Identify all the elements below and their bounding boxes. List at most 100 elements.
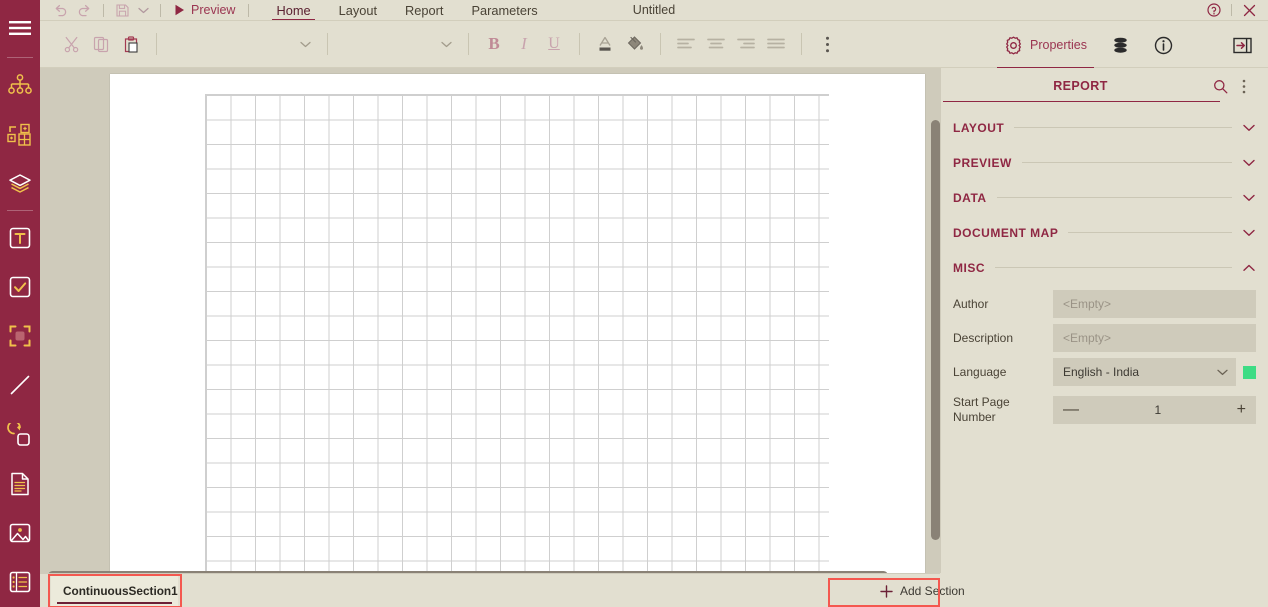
section-document-map-label: DOCUMENT MAP (953, 225, 1059, 240)
section-tab-continuoussection1[interactable]: ContinuousSection1 (51, 576, 178, 606)
paste-icon[interactable] (116, 29, 146, 59)
chevron-down-icon (1242, 124, 1256, 132)
tab-report-label: Report (405, 2, 444, 18)
tab-layout[interactable]: Layout (325, 0, 391, 20)
tab-report[interactable]: Report (391, 0, 457, 20)
line-icon[interactable] (0, 361, 40, 410)
field-start-page-number-label: Start Page Number (953, 395, 1010, 424)
format-toolbar: B I U Properties (40, 20, 1268, 69)
document-icon[interactable] (0, 459, 40, 508)
description-input[interactable]: <Empty> (1053, 324, 1256, 352)
design-grid[interactable] (205, 94, 829, 573)
font-size-select[interactable] (338, 31, 458, 57)
underline-label: U (548, 35, 560, 52)
field-description-label: Description (953, 330, 1014, 345)
tab-home-label: Home (276, 2, 311, 18)
section-misc[interactable]: MISC (941, 250, 1268, 285)
tab-properties[interactable]: Properties (992, 21, 1099, 69)
decrement-button[interactable]: — (1063, 402, 1079, 418)
tab-layout-label: Layout (338, 2, 378, 18)
chevron-down-icon (1242, 229, 1256, 237)
table-grid-icon[interactable] (0, 109, 40, 158)
section-layout[interactable]: LAYOUT (941, 110, 1268, 145)
section-data-label: DATA (953, 190, 987, 205)
redo-icon[interactable] (72, 0, 96, 20)
undo-icon[interactable] (48, 0, 72, 20)
checkbox-icon[interactable] (0, 262, 40, 311)
tab-info[interactable] (1142, 21, 1185, 69)
hierarchy-icon[interactable] (0, 60, 40, 109)
align-right-icon[interactable] (731, 29, 761, 59)
align-left-icon[interactable] (671, 29, 701, 59)
design-canvas[interactable] (40, 68, 940, 573)
database-icon (1114, 37, 1127, 53)
left-sidebar (0, 0, 40, 607)
textbox-icon[interactable] (0, 213, 40, 262)
shape-icon[interactable] (0, 410, 40, 459)
search-icon[interactable] (1208, 74, 1232, 98)
play-icon (175, 4, 184, 16)
underline-button[interactable]: U (539, 29, 569, 59)
menu-icon[interactable] (0, 0, 40, 55)
toolbar-sep-f (801, 33, 802, 55)
sidebar-divider-1 (7, 57, 33, 59)
sidebar-divider-2 (7, 209, 33, 211)
toolbar-sep-b (327, 33, 328, 55)
italic-label: I (521, 34, 527, 53)
tab-parameters-label: Parameters (471, 2, 538, 18)
language-color-swatch[interactable] (1243, 365, 1256, 379)
chevron-down-icon (300, 41, 311, 47)
report-page[interactable] (110, 74, 925, 573)
save-dropdown-icon[interactable] (133, 0, 153, 20)
save-icon[interactable] (111, 0, 133, 20)
properties-more-icon[interactable] (1232, 74, 1256, 98)
close-icon[interactable] (1238, 0, 1260, 20)
section-document-map[interactable]: DOCUMENT MAP (941, 215, 1268, 250)
chevron-down-icon (441, 41, 452, 47)
language-select[interactable]: English - India (1053, 358, 1236, 386)
section-rule (996, 197, 1232, 198)
ribbon-tabs: Home Layout Report Parameters (262, 0, 551, 21)
preview-button[interactable]: Preview (168, 0, 241, 20)
align-center-icon[interactable] (701, 29, 731, 59)
fill-color-icon[interactable] (620, 29, 650, 59)
section-layout-label: LAYOUT (953, 120, 1005, 135)
chevron-up-icon (1242, 264, 1256, 272)
bold-button[interactable]: B (479, 29, 509, 59)
canvas-vertical-scrollbar-thumb[interactable] (931, 120, 940, 540)
toolbar-sep-e (660, 33, 661, 55)
container-icon[interactable] (0, 311, 40, 360)
start-page-number-value: 1 (1154, 403, 1162, 417)
field-author: Author <Empty> (941, 287, 1268, 321)
section-tab-label: ContinuousSection1 (63, 584, 178, 598)
start-page-number-stepper[interactable]: — 1 + (1053, 396, 1256, 424)
tab-data-sources[interactable] (1099, 21, 1142, 69)
tab-home[interactable]: Home (262, 0, 324, 21)
tab-parameters[interactable]: Parameters (457, 0, 551, 20)
italic-button[interactable]: I (509, 29, 539, 59)
section-data[interactable]: DATA (941, 180, 1268, 215)
field-start-page-number: Start Page Number — 1 + (941, 389, 1268, 428)
language-value: English - India (1063, 365, 1140, 379)
add-section-button[interactable]: Add Section (880, 579, 972, 603)
cut-icon[interactable] (56, 29, 86, 59)
help-icon[interactable] (1203, 0, 1225, 20)
increment-button[interactable]: + (1237, 402, 1246, 418)
gear-icon (1006, 36, 1021, 54)
description-placeholder: <Empty> (1063, 331, 1112, 345)
font-color-icon[interactable] (590, 29, 620, 59)
layers-icon[interactable] (0, 159, 40, 208)
collapse-panel-icon[interactable] (1221, 21, 1268, 69)
image-icon[interactable] (0, 508, 40, 557)
tab-properties-label: Properties (1030, 38, 1087, 52)
author-input[interactable]: <Empty> (1053, 290, 1256, 318)
field-description: Description <Empty> (941, 321, 1268, 355)
list-icon[interactable] (0, 558, 40, 607)
font-family-select[interactable] (167, 31, 317, 57)
more-options-icon[interactable] (812, 29, 842, 59)
align-justify-icon[interactable] (761, 29, 791, 59)
section-preview[interactable]: PREVIEW (941, 145, 1268, 180)
window-ctrl-separator (1231, 4, 1232, 16)
copy-icon[interactable] (86, 29, 116, 59)
field-author-label: Author (953, 296, 989, 311)
